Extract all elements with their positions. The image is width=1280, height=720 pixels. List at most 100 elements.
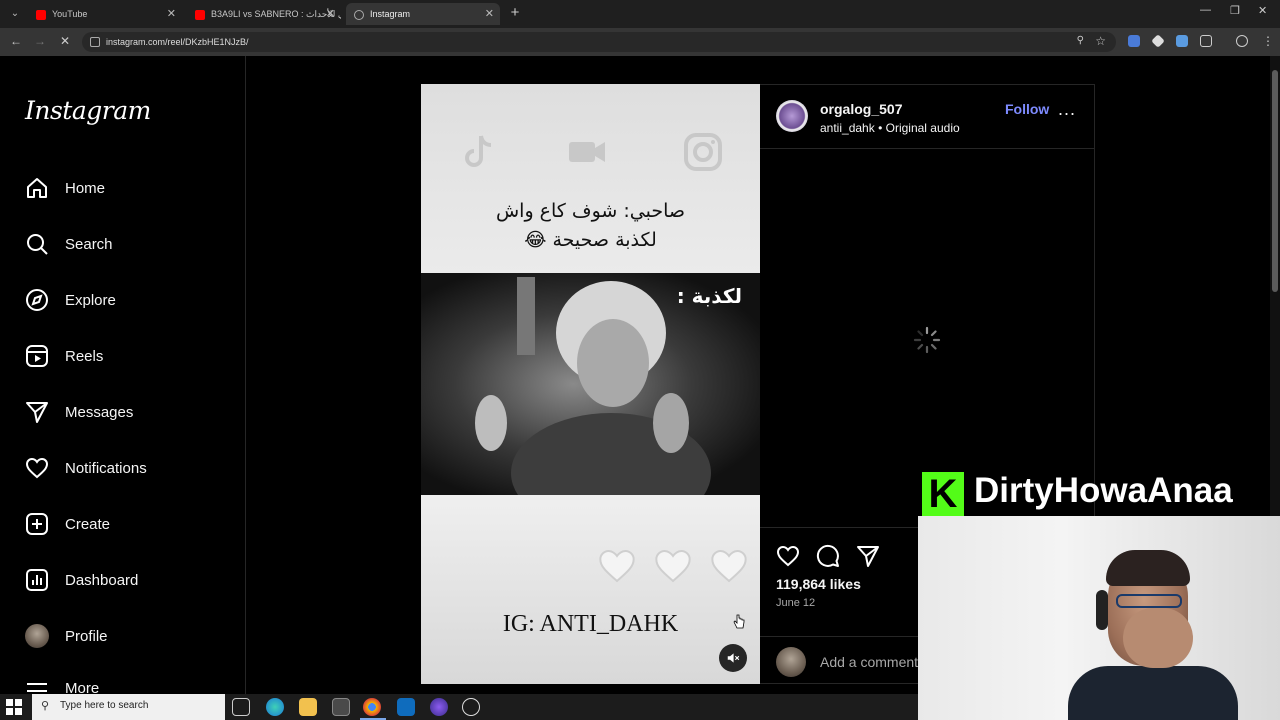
plus-square-icon: [24, 511, 50, 537]
close-icon[interactable]: ✕: [326, 3, 335, 25]
sidebar-item-reels[interactable]: Reels: [24, 340, 103, 372]
scrollbar-thumb[interactable]: [1272, 70, 1278, 292]
stop-loading-icon[interactable]: ✕: [60, 34, 70, 48]
comment-icon[interactable]: [816, 544, 840, 568]
site-info-icon[interactable]: [90, 37, 100, 47]
profile-icon[interactable]: [1236, 35, 1248, 47]
heart-outline-icon: [711, 549, 747, 583]
more-options-icon[interactable]: ...: [1058, 99, 1076, 120]
address-bar[interactable]: instagram.com/reel/DKzbHE1NJzB/ ⚲ ☆: [82, 32, 1116, 52]
audio-label[interactable]: Original audio: [886, 121, 960, 135]
sidebar-item-label: Dashboard: [65, 571, 139, 589]
kick-logo: K: [922, 472, 964, 516]
reel-video[interactable]: صاحبي: شوف كاع واش لكذبة صحيحة 😂 لكذبة :…: [421, 84, 760, 684]
sidebar-item-notifications[interactable]: Notifications: [24, 452, 147, 484]
new-tab-button[interactable]: +: [506, 4, 524, 22]
close-icon[interactable]: ✕: [167, 3, 176, 25]
reel-top-panel: صاحبي: شوف كاع واش لكذبة صحيحة 😂: [421, 84, 760, 273]
share-icon[interactable]: [856, 544, 880, 568]
file-explorer-icon[interactable]: [299, 698, 317, 716]
sidebar-item-dashboard[interactable]: Dashboard: [24, 564, 138, 596]
windows-start-icon[interactable]: [6, 699, 22, 715]
instagram-sidebar: Instagram Home Search Explore Reels Mess…: [0, 56, 246, 694]
zoom-icon[interactable]: ⚲: [1077, 35, 1084, 46]
bar-chart-icon: [24, 567, 50, 593]
sidebar-item-label: Reels: [65, 347, 104, 365]
likes-count[interactable]: 119,864 likes: [776, 576, 861, 592]
audio-info[interactable]: antii_dahk • Original audio: [820, 121, 960, 135]
muted-speaker-icon: [727, 653, 740, 663]
heart-outline-icon: [655, 549, 691, 583]
tab-youtube[interactable]: YouTube ✕: [28, 3, 182, 25]
author-username[interactable]: orgalog_507: [820, 101, 902, 117]
sidebar-item-explore[interactable]: Explore: [24, 284, 116, 316]
reel-bottom-panel: [421, 495, 760, 684]
sidebar-item-messages[interactable]: Messages: [24, 396, 133, 428]
follow-button[interactable]: Follow: [1005, 101, 1049, 117]
sidebar-item-label: Messages: [65, 403, 134, 421]
instagram-logo[interactable]: Instagram: [25, 96, 151, 125]
sidebar-item-search[interactable]: Search: [24, 228, 113, 260]
taskbar-search[interactable]: ⚲ Type here to search: [32, 694, 225, 720]
extension-icon[interactable]: [1176, 35, 1188, 47]
headset-icon: [1096, 590, 1108, 630]
obs-icon[interactable]: [462, 698, 480, 716]
sidebar-item-label: Search: [65, 235, 113, 253]
extension-icon[interactable]: [1151, 34, 1165, 48]
app-icon[interactable]: [430, 698, 448, 716]
kick-logo-letter: K: [928, 472, 958, 516]
like-heart-icon[interactable]: [776, 544, 800, 568]
search-icon: ⚲: [41, 700, 50, 712]
sidebar-item-label: Explore: [65, 291, 116, 309]
edge-icon[interactable]: [266, 698, 284, 716]
tab-instagram[interactable]: Instagram ✕: [346, 3, 500, 25]
sidebar-item-more[interactable]: More: [24, 676, 99, 694]
close-icon[interactable]: ✕: [485, 3, 494, 25]
taskbar-search-placeholder: Type here to search: [60, 700, 149, 711]
outlook-icon[interactable]: [397, 698, 415, 716]
post-date[interactable]: June 12: [776, 597, 815, 609]
tab-video[interactable]: B3A9LI vs SABNERO : تحدي للأحداث ✕: [187, 3, 341, 25]
reel-watermark: IG: ANTI_DAHK: [502, 611, 679, 637]
audio-author[interactable]: antii_dahk: [820, 121, 875, 135]
author-avatar[interactable]: [776, 100, 808, 132]
back-arrow-icon[interactable]: ←: [10, 34, 22, 48]
sidebar-item-home[interactable]: Home: [24, 172, 105, 204]
sidebar-item-profile[interactable]: Profile: [24, 620, 108, 652]
reel-caption-line2: لكذبة صحيحة 😂: [524, 229, 657, 251]
webcam-hair: [1106, 550, 1190, 586]
webcam-shirt: [1068, 666, 1238, 720]
comment-input[interactable]: Add a comment...: [820, 654, 930, 670]
forward-arrow-icon[interactable]: →: [34, 34, 46, 48]
mute-button[interactable]: [719, 644, 747, 672]
reel-caption-line1: صاحبي: شوف كاع واش: [495, 200, 685, 222]
extensions-puzzle-icon[interactable]: [1200, 35, 1212, 47]
webcam-hand: [1123, 608, 1193, 668]
youtube-icon: [195, 9, 205, 20]
address-toolbar: ← → ✕ instagram.com/reel/DKzbHE1NJzB/ ⚲ …: [0, 28, 1280, 56]
video-camera-icon: [569, 142, 605, 162]
tab-search-button[interactable]: ⌄: [6, 5, 24, 23]
hamburger-icon: [24, 676, 50, 694]
url-text[interactable]: instagram.com/reel/DKzbHE1NJzB/: [106, 35, 249, 49]
bookmark-star-icon[interactable]: ☆: [1095, 34, 1106, 48]
task-view-icon[interactable]: [232, 698, 250, 716]
menu-kebab-icon[interactable]: ⋮: [1262, 34, 1274, 48]
tab-title: Instagram: [370, 9, 411, 19]
tab-title: YouTube: [52, 9, 88, 19]
reels-icon: [24, 343, 50, 369]
loading-spinner-icon: [913, 326, 941, 354]
chrome-icon[interactable]: [363, 698, 381, 716]
sidebar-item-label: Profile: [65, 627, 108, 645]
home-icon: [24, 175, 50, 201]
translate-extension-icon[interactable]: [1128, 35, 1140, 47]
post-header: orgalog_507 antii_dahk • Original audio …: [760, 85, 1095, 149]
sidebar-item-create[interactable]: Create: [24, 508, 110, 540]
viewer-avatar: [776, 647, 806, 677]
restore-button[interactable]: ❐: [1230, 4, 1240, 17]
close-window-button[interactable]: ✕: [1258, 4, 1267, 17]
webcam-feed: [918, 516, 1280, 720]
compass-icon: [24, 287, 50, 313]
minimize-button[interactable]: —: [1200, 4, 1211, 16]
store-icon[interactable]: [332, 698, 350, 716]
